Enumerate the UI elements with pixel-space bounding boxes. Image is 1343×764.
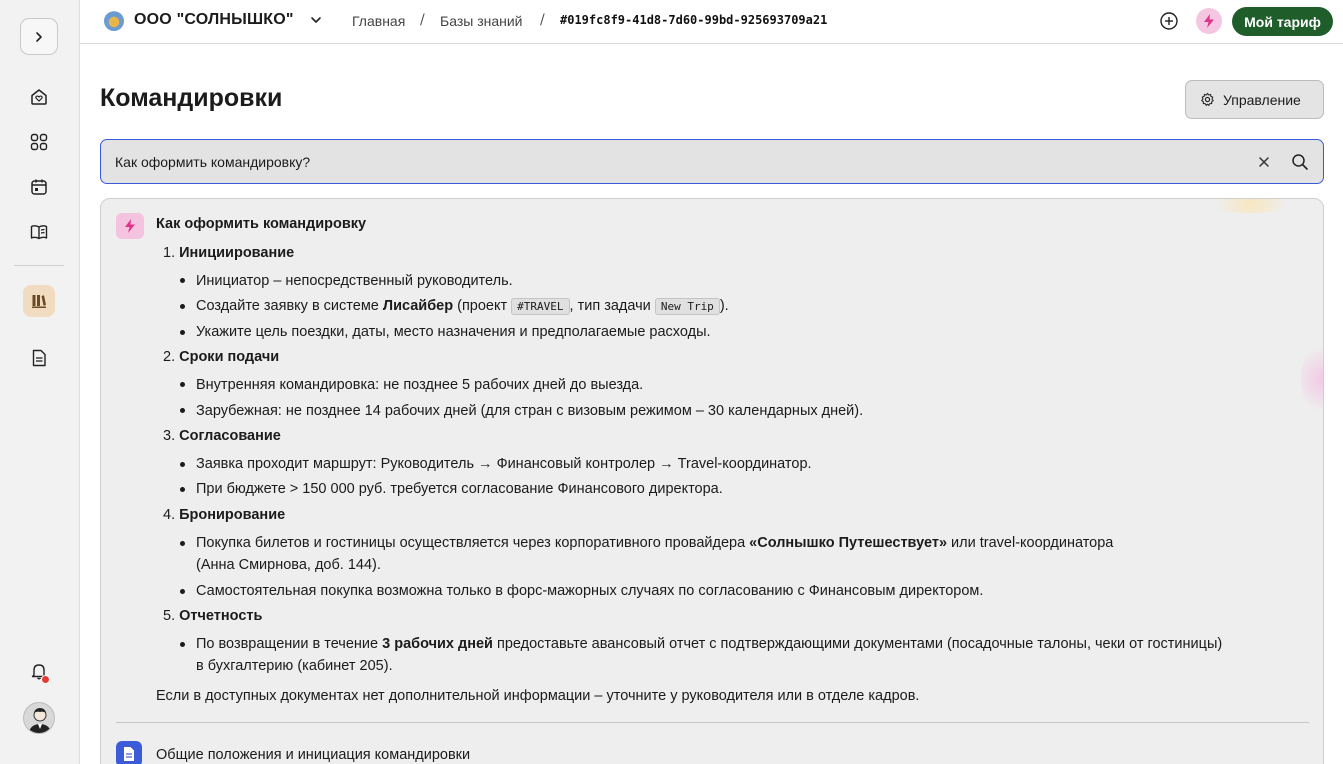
add-circle-icon[interactable] (1159, 11, 1179, 31)
list-item: Инициатор – непосредственный руководител… (196, 273, 513, 289)
list-item: Заявка проходит маршрут: Руководитель → … (196, 456, 812, 472)
list-item: Покупка билетов и гостиницы осуществляет… (196, 535, 1114, 551)
my-tariff-button[interactable]: Мой тариф (1232, 7, 1333, 36)
bullet (180, 304, 185, 309)
ai-answer-card: Как оформить командировку 1. Инициирован… (100, 198, 1324, 764)
list-item-continuation: (Анна Смирнова, доб. 144). (196, 557, 381, 573)
chevron-right-icon (36, 31, 42, 42)
bullet (180, 589, 185, 594)
bullet (180, 642, 185, 647)
document-icon (32, 349, 46, 367)
breadcrumb-separator: / (420, 12, 425, 28)
bullet (180, 382, 185, 387)
sidebar-item-home[interactable] (25, 83, 53, 111)
ai-assistant-button[interactable] (1196, 8, 1222, 34)
lightning-icon (125, 219, 135, 233)
notification-dot (41, 675, 50, 684)
section-heading: 4. Бронирование (163, 507, 286, 523)
page-title: Командировки (100, 84, 283, 112)
section-heading: 3. Согласование (163, 428, 281, 444)
manage-button[interactable]: Управление (1185, 80, 1324, 119)
breadcrumb-knowledge-bases[interactable]: Базы знаний (440, 13, 523, 29)
inline-code: New Trip (654, 298, 720, 315)
sidebar-item-apps[interactable] (25, 128, 53, 156)
bullet (180, 462, 185, 467)
home-heart-icon (31, 89, 47, 105)
list-item: По возвращении в течение 3 рабочих дней … (196, 636, 1223, 652)
ai-answer-badge (116, 213, 144, 239)
list-item-continuation: в бухгалтерию (кабинет 205). (196, 658, 393, 674)
decor-glow (1201, 199, 1301, 213)
answer-title: Как оформить командировку (156, 216, 367, 232)
search-icon (1292, 154, 1308, 170)
sidebar-item-library[interactable] (23, 285, 55, 317)
bullet (180, 330, 185, 335)
org-name[interactable]: ООО "СОЛНЫШКО" (134, 11, 294, 29)
sidebar-item-documents[interactable] (25, 344, 53, 372)
user-avatar[interactable] (23, 702, 55, 734)
list-item: При бюджете > 150 000 руб. требуется сог… (196, 481, 723, 497)
top-header: ООО "СОЛНЫШКО" Главная / Базы знаний / #… (80, 0, 1343, 44)
calendar-icon (31, 179, 47, 195)
breadcrumb-current-id: #019fc8f9-41d8-7d60-99bd-925693709a21 (560, 13, 828, 27)
manage-button-label: Управление (1223, 91, 1301, 108)
breadcrumb-home[interactable]: Главная (352, 13, 405, 29)
inline-code: #TRAVEL (511, 298, 570, 315)
section-heading: 2. Сроки подачи (163, 349, 280, 365)
chevron-down-icon[interactable] (308, 12, 324, 28)
search-box (100, 139, 1324, 184)
lightning-icon (1204, 14, 1214, 28)
search-input[interactable] (115, 152, 1215, 172)
bullet (180, 541, 185, 546)
list-item: Создайте заявку в системе Лисайбер (прое… (196, 298, 729, 315)
footer-note: Если в доступных документах нет дополнит… (156, 688, 920, 704)
list-item: Внутренняя командировка: не позднее 5 ра… (196, 377, 644, 393)
bullet (180, 408, 185, 413)
user-avatar-icon (28, 708, 52, 733)
bullet (180, 487, 185, 492)
list-item: Укажите цель поездки, даты, место назнач… (196, 324, 711, 340)
divider (116, 722, 1309, 723)
sidebar (0, 0, 80, 764)
clear-search-button[interactable] (1258, 152, 1270, 173)
gear-icon (1201, 92, 1214, 106)
expand-sidebar-button[interactable] (20, 18, 58, 55)
search-button[interactable] (1291, 153, 1309, 175)
source-document-link[interactable]: Общие положения и инициация командировки (156, 747, 470, 763)
breadcrumb-separator: / (540, 12, 545, 28)
bullet (180, 278, 185, 283)
source-document-badge (116, 741, 142, 764)
library-icon (32, 295, 46, 308)
section-heading: 5. Отчетность (163, 608, 263, 624)
sidebar-divider (14, 265, 64, 266)
grid-icon (30, 133, 48, 151)
list-item: Зарубежная: не позднее 14 рабочих дней (… (196, 403, 864, 419)
org-logo (104, 11, 124, 31)
list-item: Самостоятельная покупка возможна только … (196, 583, 984, 599)
knowledge-base-icon (30, 225, 48, 240)
sidebar-item-calendar[interactable] (25, 173, 53, 201)
sidebar-item-knowledge[interactable] (25, 218, 53, 246)
close-icon (1259, 157, 1269, 167)
section-heading: 1. Инициирование (163, 245, 295, 261)
document-icon (124, 747, 134, 761)
decor-glow (1301, 339, 1323, 419)
